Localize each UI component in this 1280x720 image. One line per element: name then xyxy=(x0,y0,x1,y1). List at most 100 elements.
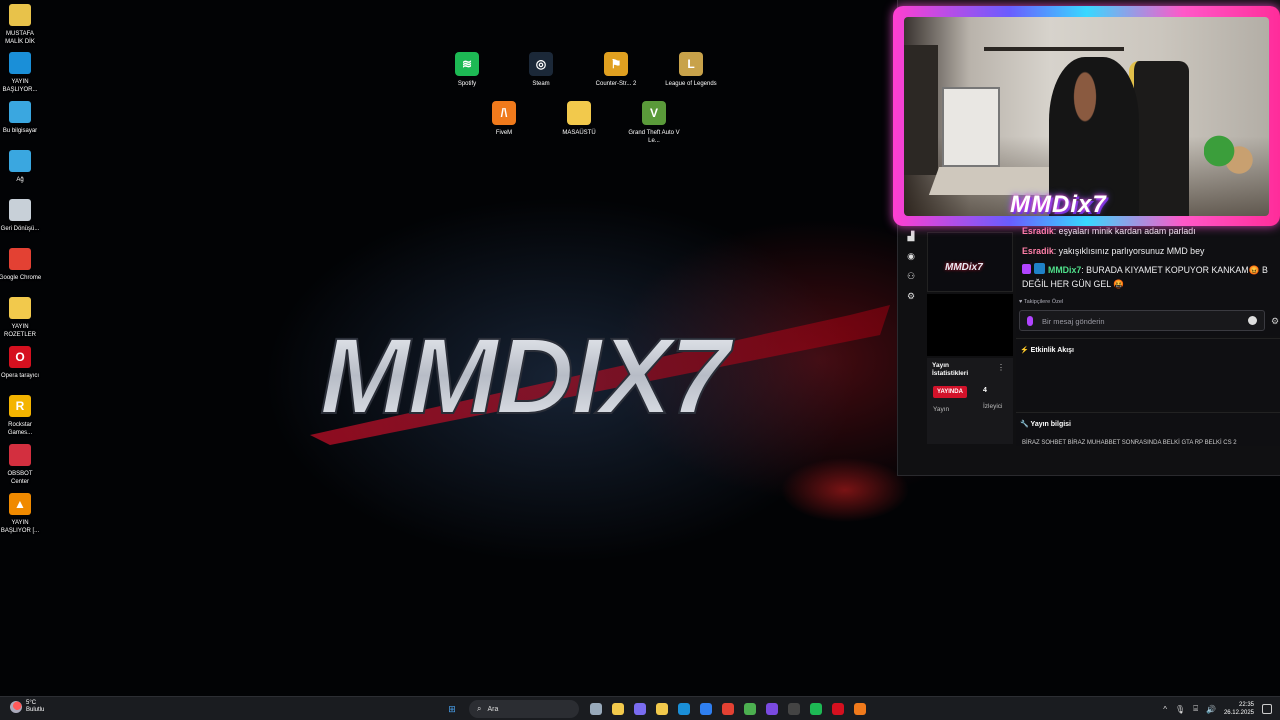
desktop-icon[interactable]: R Rockstar Games... xyxy=(0,395,40,437)
opera-icon[interactable] xyxy=(829,700,847,718)
chat-text: : BURADA KIYAMET KOPUYOR KANKAM😡 B xyxy=(1081,265,1268,275)
desktop-icon[interactable]: ≋ Spotify xyxy=(437,52,497,88)
gear-icon[interactable]: ⚙ xyxy=(903,288,919,304)
chat-text: : eşyaları minik kardan adam parladı xyxy=(1053,226,1196,236)
taskbar-apps: ⊞ ⌕ Ara xyxy=(443,699,873,719)
desktop-icon[interactable]: YAYIN ROZETLER xyxy=(0,297,40,339)
copilot-icon-glyph xyxy=(634,703,646,715)
desktop-icon-label: Counter-Str... 2 xyxy=(595,81,637,87)
fivem-icon[interactable] xyxy=(851,700,869,718)
chat-message: Esradik: yakışıklısınız parlıyorsunuz MM… xyxy=(1022,244,1204,258)
webcam-name-overlay: MMDix7 xyxy=(1010,191,1107,218)
folder-icon-glyph xyxy=(656,703,668,715)
network-icon[interactable]: ⌸ xyxy=(1193,704,1198,714)
desktop-icon[interactable]: ◎ Steam xyxy=(511,52,571,88)
desktop-icon[interactable]: Geri Dönüşü... xyxy=(0,199,40,233)
desktop-icon-label: Opera tarayıcı xyxy=(0,373,39,379)
network-icon xyxy=(9,150,31,172)
start-button[interactable]: ⊞ xyxy=(443,700,461,718)
more-options-icon[interactable]: ⋮ xyxy=(997,363,1005,372)
people-icon[interactable]: ⚇ xyxy=(903,268,919,284)
volume-icon[interactable]: 🔊 xyxy=(1206,705,1216,714)
chat-message: MMDix7: BURADA KIYAMET KOPUYOR KANKAM😡 B xyxy=(1022,263,1268,277)
desktop-icon[interactable]: YAYIN BAŞLIYOR... xyxy=(0,52,40,94)
chevron-up-icon[interactable]: ^ xyxy=(1163,705,1167,714)
desktop-icon-label: MASAÜSTÜ xyxy=(562,130,596,136)
desktop-icon[interactable]: ▲ YAYIN BAŞLIYOR [... xyxy=(0,493,40,535)
edge-icon[interactable] xyxy=(675,700,693,718)
desktop-icon[interactable]: MASAÜSTÜ xyxy=(549,101,609,137)
weather-widget[interactable]: 5°C Bulutlu xyxy=(10,700,44,714)
stream-health-icon[interactable]: ▟ xyxy=(903,228,919,244)
chrome-icon[interactable] xyxy=(741,700,759,718)
webcam-pc-shape xyxy=(942,87,1000,167)
desktop-icon[interactable]: /\ FiveM xyxy=(474,101,534,137)
chat-message: Esradik: eşyaları minik kardan adam parl… xyxy=(1022,224,1196,238)
grid-app-icon-glyph xyxy=(766,703,778,715)
chrome-icon[interactable] xyxy=(719,700,737,718)
rockstar-icon: R xyxy=(9,395,31,417)
file-explorer-icon-glyph xyxy=(612,703,624,715)
webcam-monitor-shape xyxy=(904,45,938,175)
vlc-icon: ▲ xyxy=(9,493,31,515)
desktop-icon[interactable]: O Opera tarayıcı xyxy=(0,346,40,380)
weather-text: 5°C Bulutlu xyxy=(26,700,44,714)
folder-icon xyxy=(567,101,591,125)
stream-info-title: 🔧 Yayın bilgisi xyxy=(1020,421,1072,428)
desktop-icon-label: Spotify xyxy=(457,81,477,87)
desktop-icon[interactable]: OBSBOT Center xyxy=(0,444,40,486)
broadcaster-badge-icon xyxy=(1022,264,1031,274)
file-explorer-icon[interactable] xyxy=(609,700,627,718)
store-icon[interactable] xyxy=(697,700,715,718)
desktop-icon[interactable]: L League of Legends xyxy=(661,52,721,88)
widget-icon[interactable] xyxy=(587,700,605,718)
desktop-icon[interactable]: ⚑ Counter-Str... 2 xyxy=(586,52,646,88)
search-placeholder: Ara xyxy=(487,705,499,713)
desktop-icon[interactable]: V Grand Theft Auto V Le... xyxy=(624,101,684,145)
camera-icon[interactable]: ◉ xyxy=(903,248,919,264)
taskbar-search[interactable]: ⌕ Ara xyxy=(469,700,579,718)
desktop-icon[interactable]: Ağ xyxy=(0,150,40,184)
grid-app-icon[interactable] xyxy=(763,700,781,718)
taskbar: 5°C Bulutlu ⊞ ⌕ Ara ^ 🎙 ⌸ 🔊 22:35 26.12.… xyxy=(0,696,1280,720)
recycle-bin-icon xyxy=(9,199,31,221)
opera-icon: O xyxy=(9,346,31,368)
chat-mode-text: Takipçilere Özel xyxy=(1023,299,1064,305)
emoji-icon[interactable] xyxy=(1248,316,1257,325)
desktop-icon[interactable]: Google Chrome xyxy=(0,248,41,282)
desktop-icon-label: Steam xyxy=(532,81,550,87)
folder-icon[interactable] xyxy=(653,700,671,718)
desktop-icon[interactable]: Bu bilgisayar xyxy=(0,101,40,135)
activity-feed-title: ⚡ Etkinlik Akışı xyxy=(1020,347,1074,354)
stream-info: 🔧 Yayın bilgisi BİRAZ SOHBET BİRAZ MUHAB… xyxy=(1016,412,1280,446)
chat-input-box[interactable] xyxy=(1019,310,1265,331)
desktop-icon-label: Geri Dönüşü... xyxy=(0,226,40,232)
edge-icon xyxy=(9,52,31,74)
spotify-icon[interactable] xyxy=(807,700,825,718)
microphone-icon[interactable]: 🎙 xyxy=(1175,705,1185,714)
chat-username[interactable]: Esradik xyxy=(1022,246,1054,256)
copilot-icon[interactable] xyxy=(631,700,649,718)
chat-username[interactable]: MMDix7 xyxy=(1048,265,1081,275)
chat-settings-icon[interactable]: ⚙ xyxy=(1271,316,1279,327)
chat-input[interactable] xyxy=(1042,314,1242,328)
wallpaper-logo: MMDIX7 xyxy=(310,305,890,445)
desktop-icon[interactable]: MUSTAFA MALİK DİK xyxy=(0,4,40,46)
desktop-icon-label: Grand Theft Auto V Le... xyxy=(628,130,680,144)
desktop-icon-label: YAYIN ROZETLER xyxy=(3,324,36,338)
stream-info-title-text: Yayın bilgisi xyxy=(1030,421,1072,428)
obs-icon-glyph xyxy=(788,703,800,715)
chrome-icon-glyph xyxy=(744,703,756,715)
clock-time: 22:35 xyxy=(1238,702,1254,708)
clock[interactable]: 22:35 26.12.2025 xyxy=(1224,701,1254,717)
desktop-icon-label: YAYIN BAŞLIYOR... xyxy=(2,79,38,93)
desktop-icon-label: Ağ xyxy=(16,177,24,183)
spotify-icon-glyph xyxy=(810,703,822,715)
stream-stats-title: Yayın İstatistikleri xyxy=(932,362,969,377)
microphone-icon xyxy=(1027,316,1033,326)
chat-username[interactable]: Esradik xyxy=(1022,226,1054,236)
obs-icon[interactable] xyxy=(785,700,803,718)
weather-temp: 5°C xyxy=(26,700,37,706)
viewer-count: 4 xyxy=(983,387,987,394)
notification-icon[interactable] xyxy=(1262,704,1272,714)
